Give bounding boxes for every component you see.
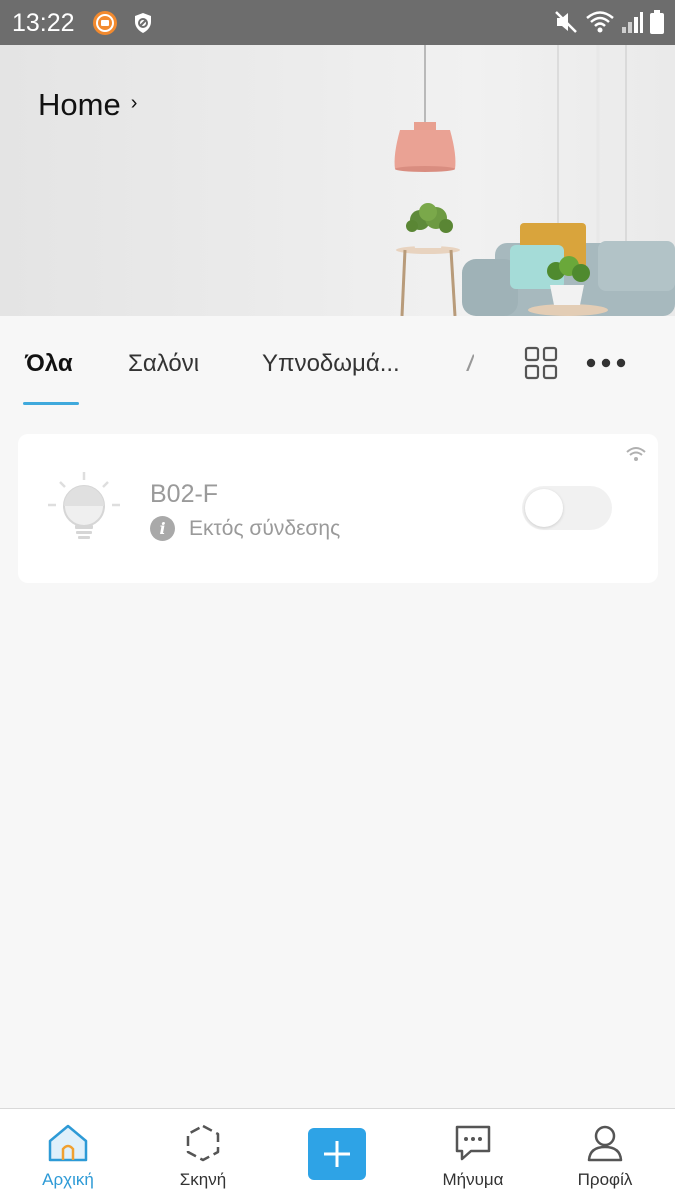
profile-icon <box>585 1123 625 1168</box>
device-name: B02-F <box>150 480 219 508</box>
status-icons <box>553 9 665 40</box>
add-device-button[interactable] <box>308 1128 366 1180</box>
mute-icon <box>553 9 579 40</box>
device-status: i Εκτός σύνδεσης <box>150 516 340 541</box>
grid-view-icon[interactable] <box>524 346 558 385</box>
room-tabs: Όλα Σαλόνι Υπνοδωμά... Λ <box>0 316 675 410</box>
device-card[interactable]: B02-F i Εκτός σύνδεσης <box>18 434 658 583</box>
nav-scene[interactable]: Σκηνή <box>148 1109 258 1201</box>
signal-icon <box>621 10 643 39</box>
scene-icon <box>183 1123 223 1168</box>
more-dots-icon[interactable] <box>586 356 626 375</box>
header-banner: Home › <box>0 45 675 316</box>
home-selector[interactable]: Home › <box>38 87 137 123</box>
chevron-right-icon: › <box>130 91 138 114</box>
wifi-signal-icon <box>626 446 646 467</box>
toggle-knob <box>525 489 563 527</box>
light-bulb-icon <box>46 470 122 551</box>
nav-scene-label: Σκηνή <box>179 1170 227 1189</box>
active-tab-indicator <box>23 402 79 405</box>
wifi-icon <box>585 9 615 40</box>
nav-message[interactable]: Μήνυμα <box>418 1109 528 1201</box>
living-room-illustration <box>394 45 675 316</box>
message-icon <box>453 1123 493 1168</box>
home-icon <box>46 1123 90 1168</box>
device-status-text: Εκτός σύνδεσης <box>189 516 341 540</box>
info-icon: i <box>150 516 175 541</box>
nav-home[interactable]: Αρχική <box>13 1109 123 1201</box>
home-title: Home <box>38 87 121 122</box>
status-time: 13:22 <box>12 9 75 37</box>
status-bar: 13:22 <box>0 0 675 45</box>
nav-home-label: Αρχική <box>42 1170 94 1189</box>
tab-bedroom[interactable]: Υπνοδωμά... <box>262 350 400 378</box>
mi-app-icon <box>93 11 117 35</box>
nav-profile[interactable]: Προφίλ <box>550 1109 660 1201</box>
tab-all[interactable]: Όλα <box>25 350 73 378</box>
tab-more-partial[interactable]: Λ <box>466 350 474 378</box>
power-toggle[interactable] <box>522 486 612 530</box>
tab-living-room[interactable]: Σαλόνι <box>128 350 199 378</box>
plus-icon <box>322 1139 352 1174</box>
shield-icon <box>131 11 155 35</box>
nav-message-label: Μήνυμα <box>442 1170 504 1189</box>
battery-icon <box>649 9 665 40</box>
nav-profile-label: Προφίλ <box>577 1170 633 1189</box>
